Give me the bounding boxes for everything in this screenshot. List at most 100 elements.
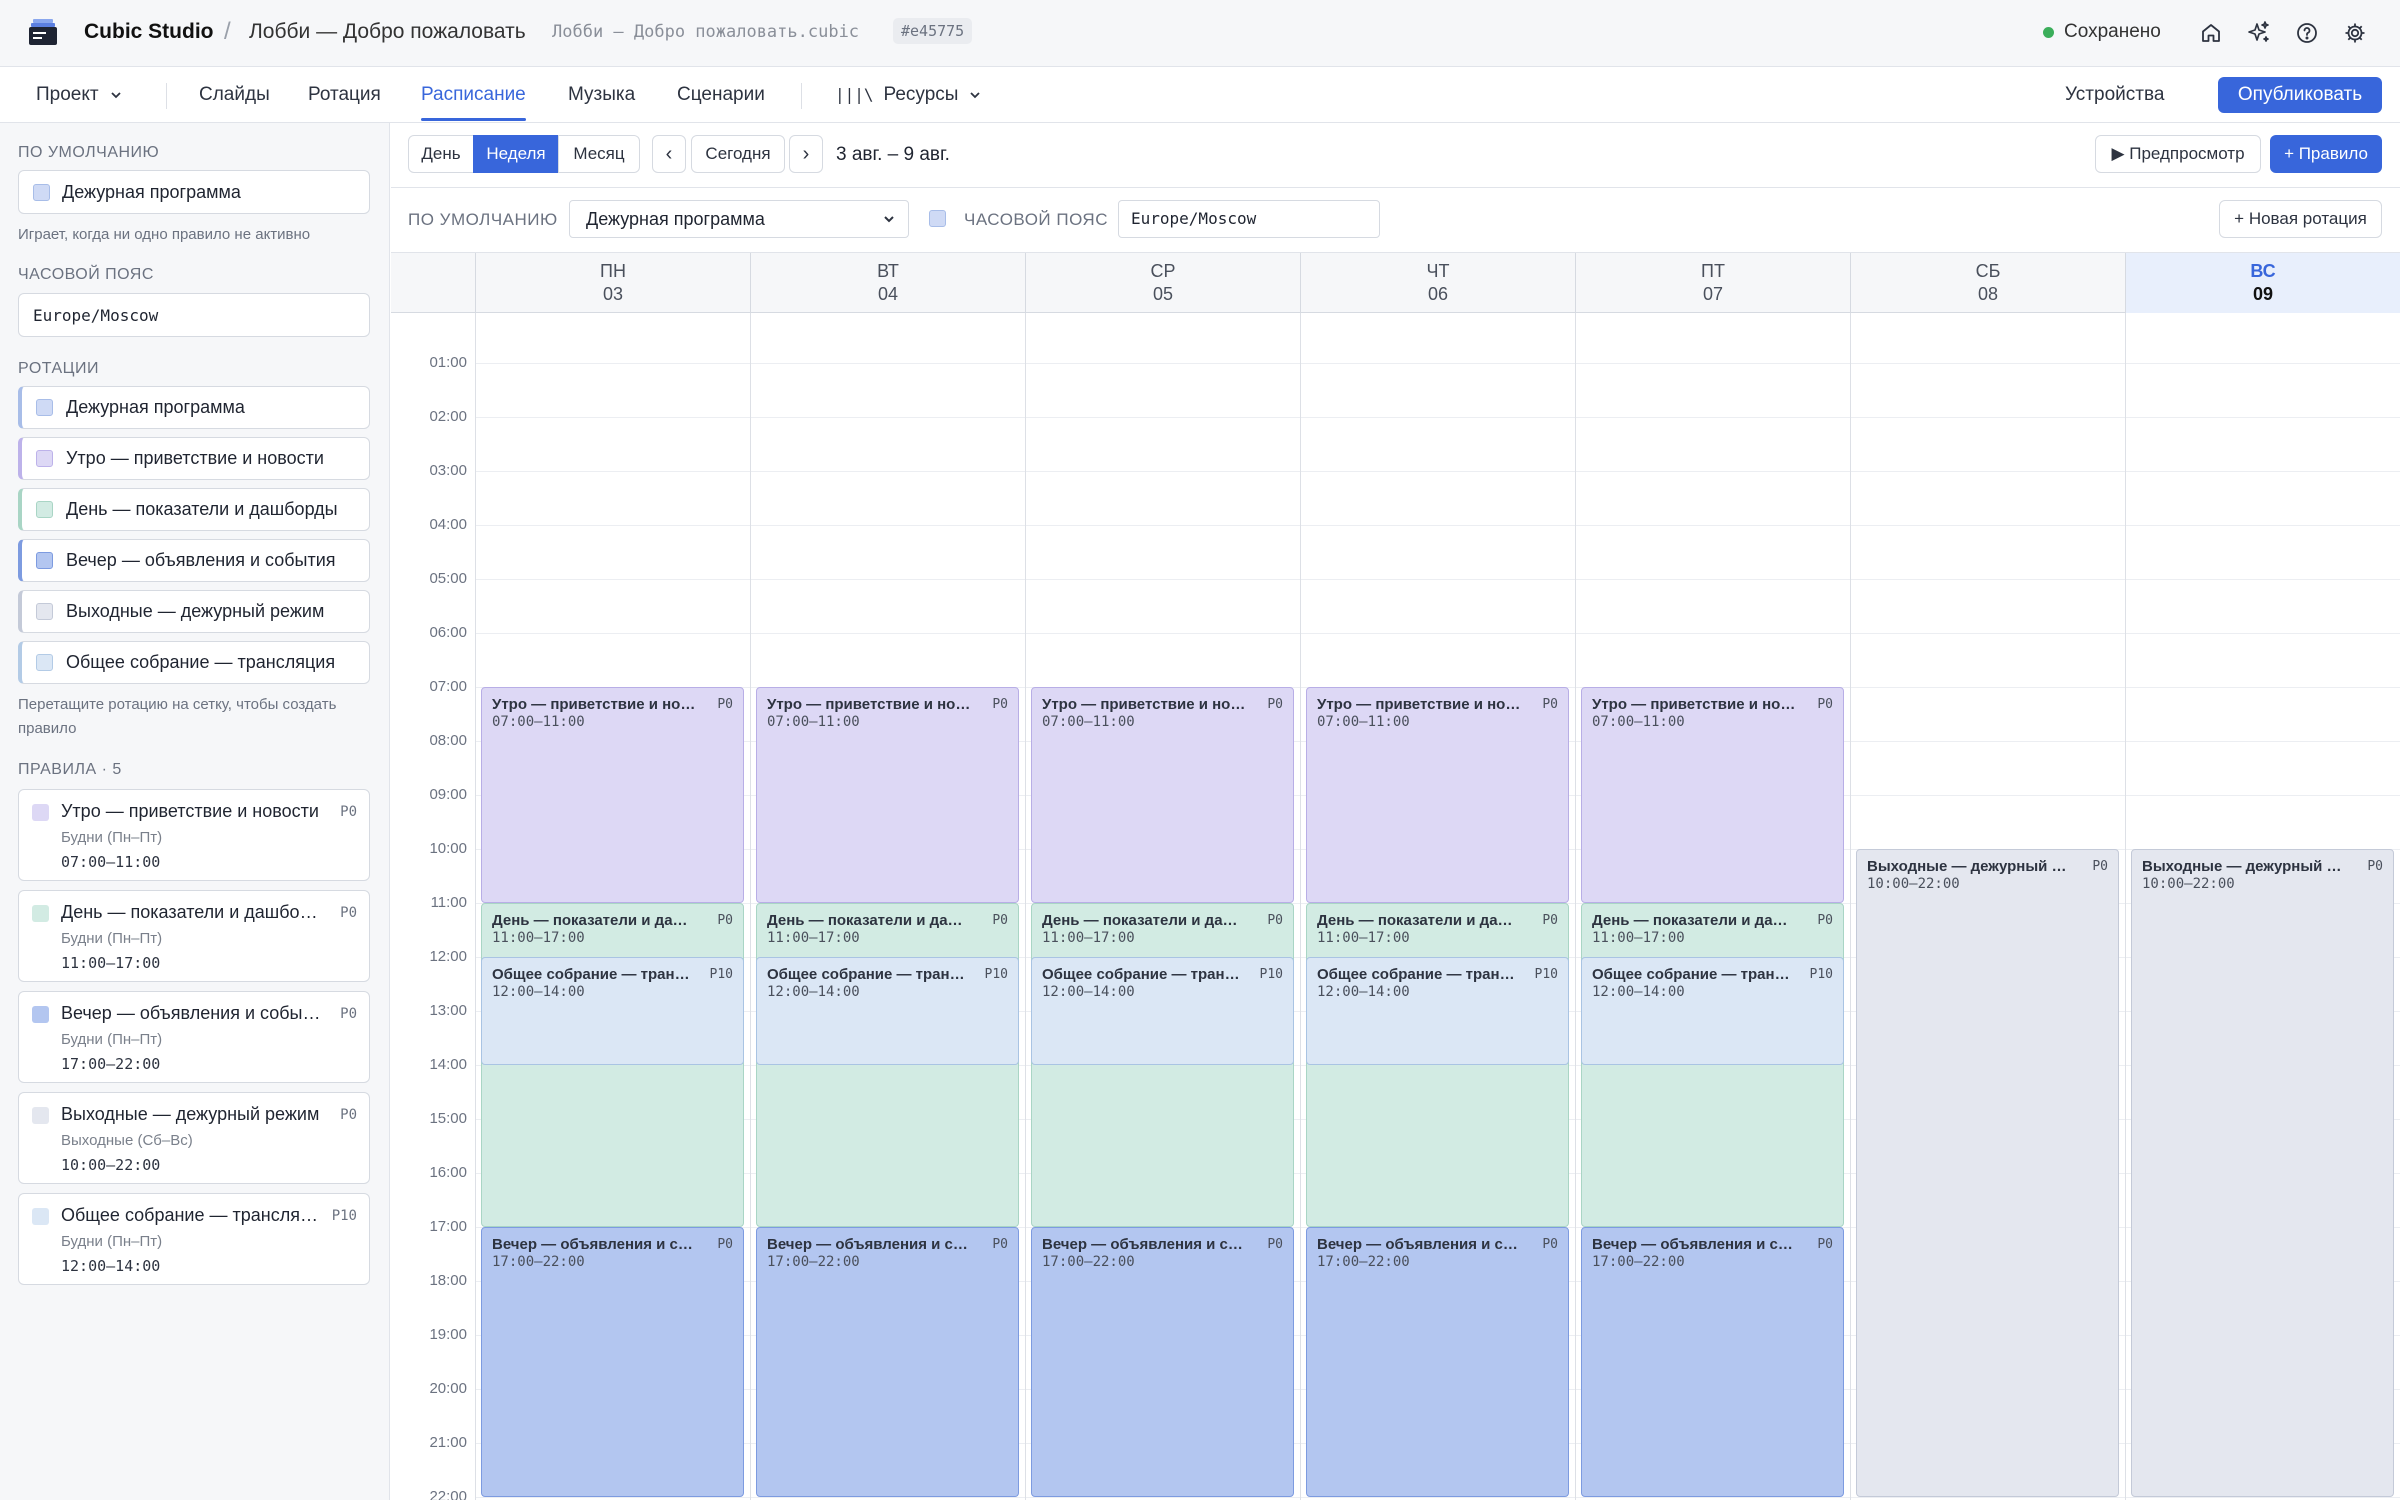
schedule-event[interactable]: Общее собрание — трансляция12:00–14:00 P1… (1031, 957, 1294, 1065)
schedule-event[interactable]: День — показатели и дашборды11:00–17:00 P… (481, 903, 744, 1227)
new-rotation-button[interactable]: + Новая ротация (2219, 200, 2382, 238)
app-name[interactable]: Cubic Studio (84, 20, 214, 44)
day-date: 03 (602, 284, 624, 304)
timezone-field[interactable]: Europe/Moscow (18, 293, 370, 337)
document-id-badge: #e45775 (893, 18, 973, 44)
gear-icon[interactable] (2340, 18, 2370, 48)
hour-line (475, 471, 2400, 472)
rule-card[interactable]: Вечер — объявления и события P0 Будни (Пн–… (18, 991, 370, 1083)
timezone-input[interactable]: Europe/Moscow (1118, 200, 1380, 238)
schedule-event[interactable]: Утро — приветствие и новости07:00–11:00 P… (1306, 687, 1569, 903)
hour-label: 18:00 (429, 1272, 467, 1289)
rotation-item[interactable]: Выходные — дежурный режим (18, 590, 370, 633)
hour-line (475, 363, 2400, 364)
tab-schedule[interactable]: Расписание (421, 67, 526, 123)
schedule-event[interactable]: Утро — приветствие и новости07:00–11:00 P… (1031, 687, 1294, 903)
day-header-пн[interactable]: ПН 03 (475, 253, 750, 313)
hour-label: 20:00 (429, 1380, 467, 1397)
schedule-event[interactable]: Выходные — дежурный режим10:00–22:00 P0 (1856, 849, 2119, 1497)
chevron-down-icon (970, 92, 981, 99)
rule-swatch (32, 1107, 49, 1124)
schedule-event[interactable]: День — показатели и дашборды11:00–17:00 P… (1581, 903, 1844, 1227)
schedule-event[interactable]: Утро — приветствие и новости07:00–11:00 P… (1581, 687, 1844, 903)
event-priority: P0 (1817, 1237, 1833, 1252)
rule-card[interactable]: Утро — приветствие и новости P0 Будни (Пн–… (18, 789, 370, 881)
day-header-вс[interactable]: ВС 09 (2125, 253, 2400, 313)
event-time: 12:00–14:00 (1317, 984, 1410, 1000)
schedule-event[interactable]: Общее собрание — трансляция12:00–14:00 P1… (1306, 957, 1569, 1065)
schedule-event[interactable]: Вечер — объявления и события17:00–22:00 P… (1581, 1227, 1844, 1497)
prev-week-button[interactable]: ‹ (652, 135, 686, 173)
event-time: 12:00–14:00 (767, 984, 860, 1000)
rule-card[interactable]: Выходные — дежурный режим P0 Выходные (Сб–… (18, 1092, 370, 1184)
home-icon[interactable] (2196, 18, 2226, 48)
day-date: 06 (1427, 284, 1449, 304)
day-header-чт[interactable]: ЧТ 06 (1300, 253, 1575, 313)
rotation-swatch (36, 450, 53, 467)
rule-card[interactable]: День — показатели и дашборды P0 Будни (Пн–… (18, 890, 370, 982)
save-status-label: Сохранено (2064, 21, 2161, 42)
event-title: День — показатели и дашборды (492, 912, 697, 929)
schedule-event[interactable]: Общее собрание — трансляция12:00–14:00 P1… (1581, 957, 1844, 1065)
day-header-ср[interactable]: СР 05 (1025, 253, 1300, 313)
event-title: Вечер — объявления и события (767, 1236, 972, 1253)
day-header-сб[interactable]: СБ 08 (1850, 253, 2125, 313)
tab-slides[interactable]: Слайды (199, 67, 270, 123)
schedule-event[interactable]: Вечер — объявления и события17:00–22:00 P… (756, 1227, 1019, 1497)
tab-scenarios[interactable]: Сценарии (677, 67, 765, 123)
rotation-item[interactable]: Утро — приветствие и новости (18, 437, 370, 480)
next-week-button[interactable]: › (789, 135, 823, 173)
today-button[interactable]: Сегодня (691, 135, 785, 173)
project-menu[interactable]: Проект (36, 67, 123, 123)
event-title: Утро — приветствие и новости (1042, 696, 1247, 713)
schedule-event[interactable]: Выходные — дежурный режим10:00–22:00 P0 (2131, 849, 2394, 1497)
help-icon[interactable] (2292, 18, 2322, 48)
event-time: 07:00–11:00 (767, 714, 860, 730)
event-time: 07:00–11:00 (1042, 714, 1135, 730)
week-grid[interactable]: 00:00 01:00 02:00 03:00 04:00 05:00 06:00 07:00… (391, 313, 2400, 1500)
rotation-item[interactable]: Общее собрание — трансляция (18, 641, 370, 684)
publish-button[interactable]: Опубликовать (2218, 77, 2382, 113)
default-program-dropdown[interactable]: Дежурная программа (569, 200, 909, 238)
breadcrumb-title[interactable]: Лобби — Добро пожаловать (249, 20, 526, 44)
event-priority: P10 (1534, 967, 1558, 982)
schedule-event[interactable]: Вечер — объявления и события17:00–22:00 P… (481, 1227, 744, 1497)
hour-label: 04:00 (429, 516, 467, 533)
schedule-event[interactable]: День — показатели и дашборды11:00–17:00 P… (1306, 903, 1569, 1227)
rule-time: 17:00–22:00 (61, 1055, 161, 1073)
view-day-button[interactable]: День (408, 135, 474, 173)
schedule-event[interactable]: День — показатели и дашборды11:00–17:00 P… (756, 903, 1019, 1227)
schedule-event[interactable]: День — показатели и дашборды11:00–17:00 P… (1031, 903, 1294, 1227)
hour-label: 01:00 (429, 354, 467, 371)
rule-card[interactable]: Общее собрание — трансляция P10 Будни (Пн–… (18, 1193, 370, 1285)
rotation-item[interactable]: День — показатели и дашборды (18, 488, 370, 531)
devices-link[interactable]: Устройства (2065, 67, 2164, 123)
schedule-event[interactable]: Вечер — объявления и события17:00–22:00 P… (1306, 1227, 1569, 1497)
rotation-item[interactable]: Дежурная программа (18, 386, 370, 429)
view-week-button[interactable]: Неделя (473, 135, 559, 173)
preview-button[interactable]: ▶ Предпросмотр (2095, 135, 2261, 173)
tab-music[interactable]: Музыка (568, 67, 635, 123)
day-header-пт[interactable]: ПТ 07 (1575, 253, 1850, 313)
sparkles-icon[interactable] (2244, 18, 2274, 48)
rotation-item[interactable]: Вечер — объявления и события (18, 539, 370, 582)
day-date: 07 (1702, 284, 1724, 304)
resources-menu[interactable]: |||\ Ресурсы (835, 67, 982, 123)
cubic-logo-icon[interactable] (28, 17, 58, 47)
rotation-label: Утро — приветствие и новости (66, 448, 324, 468)
schedule-event[interactable]: Общее собрание — трансляция12:00–14:00 P1… (756, 957, 1019, 1065)
schedule-event[interactable]: Утро — приветствие и новости07:00–11:00 P… (756, 687, 1019, 903)
day-header-вт[interactable]: ВТ 04 (750, 253, 1025, 313)
schedule-event[interactable]: Общее собрание — трансляция12:00–14:00 P1… (481, 957, 744, 1065)
add-rule-button[interactable]: + Правило (2270, 135, 2382, 173)
view-month-button[interactable]: Месяц (558, 135, 640, 173)
day-column-divider (1300, 313, 1301, 1500)
default-program-select[interactable]: Дежурная программа (18, 170, 370, 214)
tab-rotation[interactable]: Ротация (308, 67, 381, 123)
schedule-event[interactable]: Вечер — объявления и события17:00–22:00 P… (1031, 1227, 1294, 1497)
event-title: Общее собрание — трансляция (1317, 966, 1522, 983)
event-priority: P0 (1267, 913, 1283, 928)
day-date: 05 (1152, 284, 1174, 304)
drag-hint: Перетащите ротацию на сетку, чтобы созда… (18, 696, 337, 737)
schedule-event[interactable]: Утро — приветствие и новости07:00–11:00 P… (481, 687, 744, 903)
